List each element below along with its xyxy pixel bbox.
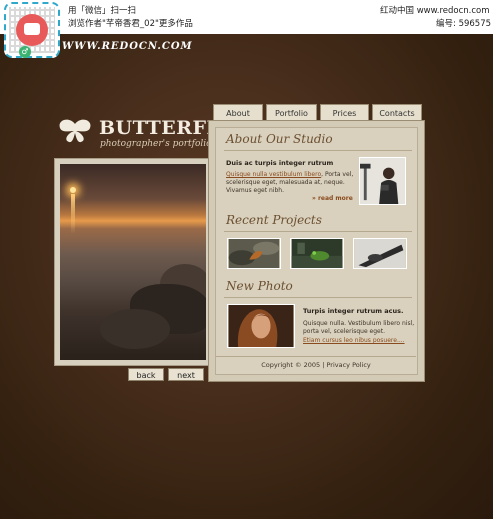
footer: Copyright © 2005 | Privacy Policy	[216, 356, 416, 374]
studio-photo	[359, 157, 406, 205]
url-banner: WWW.REDOCN.COM	[62, 41, 193, 52]
new-photo-link[interactable]: Etiam cursus leo nibus posuere....	[303, 337, 405, 345]
projects-heading: Recent Projects	[226, 213, 322, 227]
new-photo-heading: New Photo	[226, 279, 293, 293]
about-line-2: scelerisque eget, malesuada at, neque.	[226, 179, 345, 186]
logo-subtitle: photographer's portfolio	[100, 139, 212, 149]
wechat-logo-icon	[16, 14, 48, 46]
about-heading: About Our Studio	[226, 132, 333, 146]
read-more-link[interactable]: » read more	[312, 195, 353, 202]
site-name[interactable]: 红动中国 www.redocn.com	[380, 4, 490, 16]
qr-code[interactable]: ♂	[4, 2, 60, 58]
new-photo-line-1: Quisque nulla. Vestibulum libero nisl,	[303, 320, 415, 327]
divider	[224, 231, 412, 232]
about-lead: Duis ac turpis integer rutrum	[226, 159, 334, 167]
scan-text: 用「微信」扫一扫	[68, 6, 137, 16]
sunset-photo	[60, 164, 206, 360]
image-id: 编号: 596575	[436, 19, 492, 29]
badge-icon: ♂	[19, 46, 31, 58]
project-thumbnail-leaf[interactable]	[227, 238, 281, 269]
about-line-1: Quisque nulla vestibulum libero, Porta v…	[226, 171, 353, 179]
next-button[interactable]: next	[168, 368, 204, 381]
about-line-3: Vivamus eget nibh.	[226, 187, 284, 194]
new-photo-portrait[interactable]	[227, 304, 295, 348]
rock	[100, 309, 170, 349]
project-thumbnail-bird[interactable]	[353, 238, 407, 269]
author-text[interactable]: 浏览作者"芊帝香君_02"更多作品	[68, 17, 193, 29]
new-photo-lead: Turpis integer rutrum acus.	[303, 307, 404, 315]
sun-reflection	[71, 194, 75, 234]
about-line-1-rest: , Porta vel,	[321, 171, 354, 178]
new-photo-line-2: porta vel, scelerisque eget.	[303, 328, 386, 335]
divider	[224, 150, 412, 151]
butterfly-icon	[59, 119, 91, 143]
photo-frame	[54, 158, 212, 366]
divider	[224, 297, 412, 298]
project-thumbnail-frog[interactable]	[290, 238, 344, 269]
sun	[70, 187, 76, 193]
back-button[interactable]: back	[128, 368, 164, 381]
about-link[interactable]: Quisque nulla vestibulum libero	[226, 171, 321, 178]
